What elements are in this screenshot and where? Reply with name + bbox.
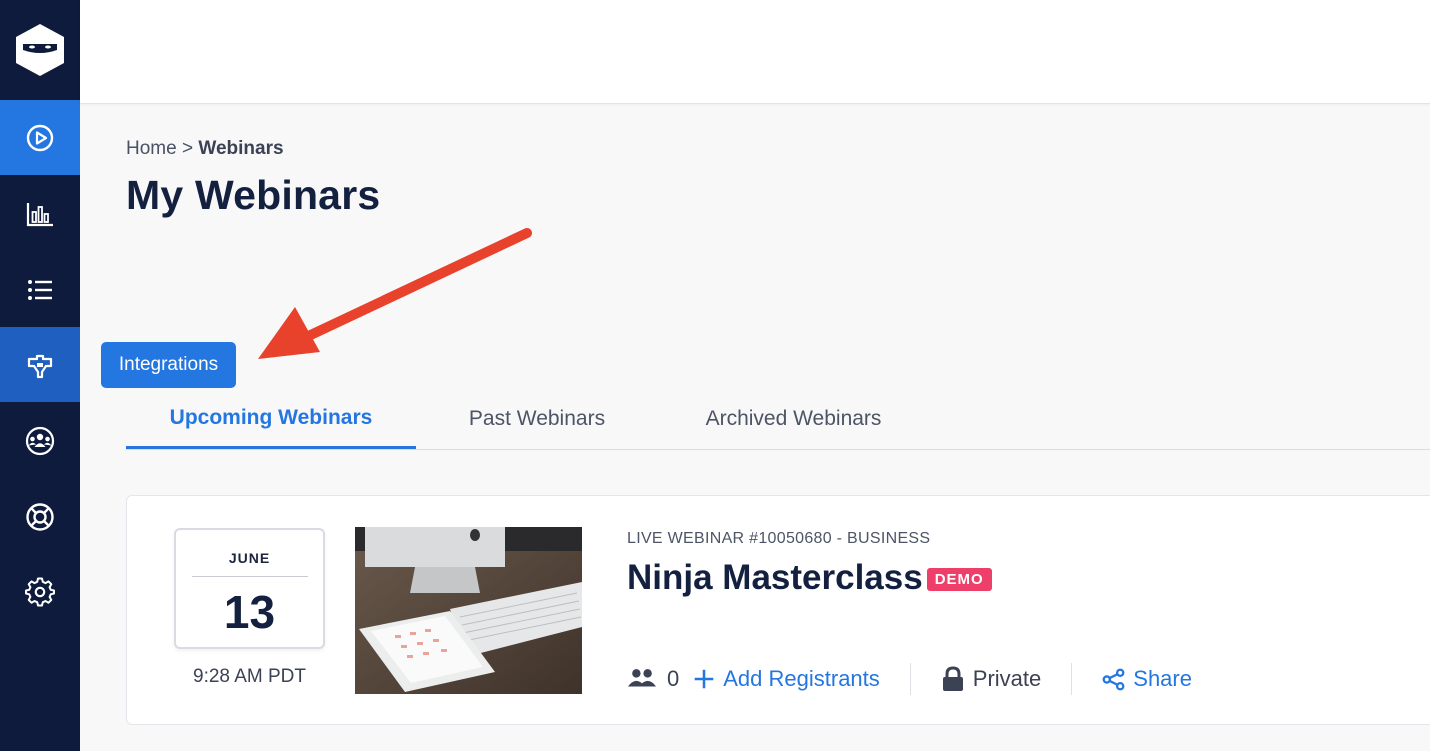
divider bbox=[1071, 663, 1073, 695]
webinar-title-row: Ninja Masterclass DEMO bbox=[627, 558, 992, 598]
users-icon bbox=[627, 669, 657, 687]
sidebar-item-webinars[interactable] bbox=[0, 100, 80, 175]
webinar-card[interactable]: JUNE 13 9:28 AM PDT LIVE WEBINAR #100506… bbox=[126, 495, 1430, 725]
sidebar bbox=[0, 0, 80, 751]
date-box: JUNE 13 bbox=[174, 528, 325, 649]
sidebar-item-integrations[interactable] bbox=[0, 327, 80, 402]
gear-icon bbox=[25, 577, 55, 606]
divider bbox=[909, 663, 911, 695]
breadcrumb-home[interactable]: Home bbox=[126, 138, 177, 159]
users-icon bbox=[25, 426, 55, 455]
date-month: JUNE bbox=[228, 550, 271, 566]
webinar-time: 9:28 AM PDT bbox=[193, 666, 306, 687]
integrations-icon bbox=[27, 354, 53, 378]
add-registrants-label: Add Registrants bbox=[723, 666, 880, 691]
demo-badge: DEMO bbox=[926, 567, 992, 591]
lifebuoy-icon bbox=[26, 502, 54, 531]
privacy-label: Private bbox=[972, 666, 1042, 691]
breadcrumb-separator: > bbox=[181, 138, 194, 159]
registrants-count: 0 bbox=[627, 666, 679, 692]
list-icon bbox=[28, 279, 52, 300]
tab-archived-webinars[interactable]: Archived Webinars bbox=[686, 390, 901, 448]
ninja-logo-icon bbox=[16, 24, 64, 76]
plus-icon bbox=[694, 669, 714, 689]
sidebar-item-settings[interactable] bbox=[0, 554, 80, 629]
play-circle-icon bbox=[26, 124, 54, 151]
bar-chart-icon bbox=[26, 202, 53, 226]
registrants-number: 0 bbox=[667, 666, 680, 691]
logo[interactable] bbox=[0, 0, 80, 100]
share-link[interactable]: Share bbox=[1102, 666, 1192, 692]
date-day: 13 bbox=[223, 586, 276, 638]
webinar-tabs: Upcoming Webinars Past Webinars Archived… bbox=[126, 390, 1430, 450]
share-label: Share bbox=[1133, 666, 1192, 691]
thumbnail-desk-image bbox=[355, 527, 582, 694]
integrations-button[interactable]: Integrations bbox=[101, 342, 236, 388]
breadcrumb-current: Webinars bbox=[198, 138, 284, 159]
top-bar bbox=[80, 0, 1430, 104]
webinar-meta: LIVE WEBINAR #10050680 - BUSINESS bbox=[627, 530, 931, 547]
sidebar-item-support[interactable] bbox=[0, 479, 80, 554]
sidebar-item-list[interactable] bbox=[0, 252, 80, 327]
tab-past-webinars[interactable]: Past Webinars bbox=[446, 390, 628, 448]
share-icon bbox=[1102, 668, 1125, 690]
page-title: My Webinars bbox=[126, 172, 381, 218]
breadcrumb: Home > Webinars bbox=[126, 138, 284, 160]
webinar-title[interactable]: Ninja Masterclass bbox=[627, 558, 923, 598]
sidebar-item-analytics[interactable] bbox=[0, 176, 80, 251]
privacy-status[interactable]: Private bbox=[941, 666, 1041, 692]
tab-upcoming-webinars[interactable]: Upcoming Webinars bbox=[126, 390, 416, 449]
red-arrow-annotation bbox=[258, 228, 532, 359]
add-registrants-link[interactable]: Add Registrants bbox=[693, 666, 880, 692]
lock-icon bbox=[942, 666, 963, 691]
webinar-thumbnail[interactable] bbox=[355, 527, 582, 694]
webinar-actions: 0 Add Registrants Private Share bbox=[627, 661, 1192, 697]
date-divider bbox=[192, 576, 308, 577]
sidebar-item-users[interactable] bbox=[0, 403, 80, 478]
